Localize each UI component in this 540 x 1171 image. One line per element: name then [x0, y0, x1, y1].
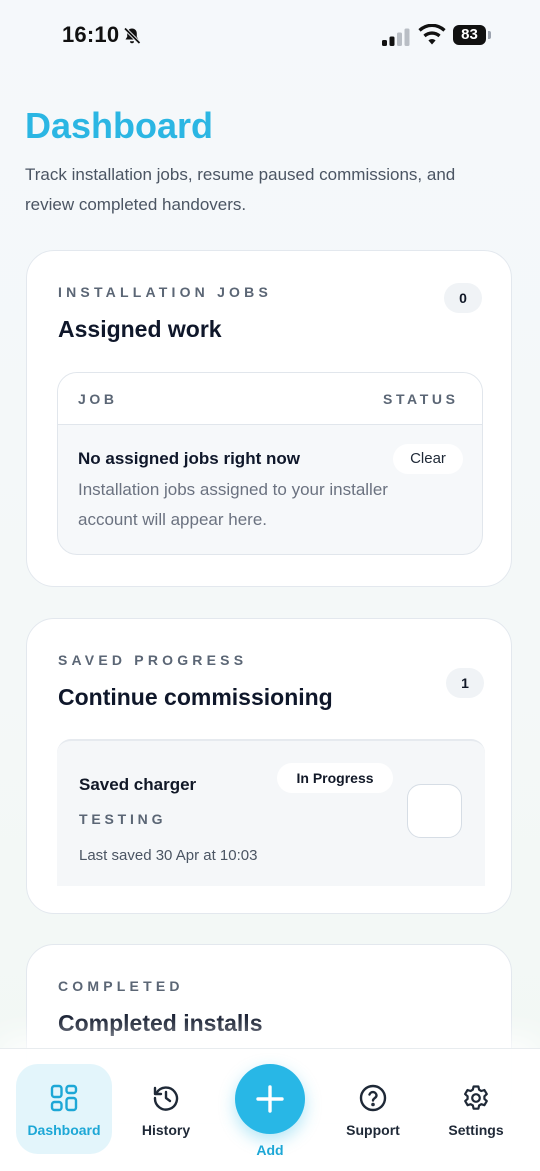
nav-label: Support	[346, 1122, 400, 1138]
nav-item-settings[interactable]: Settings	[428, 1064, 524, 1154]
add-label: Add	[256, 1142, 284, 1158]
status-badge: In Progress	[277, 763, 393, 793]
count-badge: 0	[444, 283, 482, 313]
card-eyebrow: COMPLETED	[58, 978, 184, 994]
saved-item-stage: TESTING	[79, 811, 167, 827]
nav-item-dashboard[interactable]: Dashboard	[16, 1064, 112, 1154]
battery-level: 83	[453, 25, 486, 45]
card-eyebrow: INSTALLATION JOBS	[58, 284, 272, 300]
bell-muted-icon	[123, 27, 141, 45]
help-circle-icon	[359, 1084, 387, 1112]
saved-item[interactable]: Saved charger TESTING Last saved 30 Apr …	[57, 739, 485, 886]
page-subtitle: Track installation jobs, resume paused c…	[25, 165, 456, 214]
nav-item-history[interactable]: History	[118, 1064, 214, 1154]
saved-item-name: Saved charger	[79, 775, 197, 794]
saved-item-checkbox[interactable]	[407, 784, 462, 838]
nav-label: Dashboard	[27, 1122, 101, 1138]
status-badge: Clear	[393, 444, 463, 474]
nav-label: History	[141, 1122, 191, 1138]
installation-jobs-card: INSTALLATION JOBS Assigned work 0 JOB ST…	[26, 250, 512, 587]
card-title: Assigned work	[58, 316, 222, 342]
column-header-job: JOB	[78, 391, 118, 407]
empty-state-title: No assigned jobs right now	[78, 449, 300, 468]
history-icon	[153, 1086, 179, 1111]
gear-icon	[464, 1085, 488, 1110]
bottom-navigation: Dashboard History Add Support Settings	[0, 1048, 540, 1171]
table-header: JOB STATUS	[58, 373, 482, 425]
add-button[interactable]	[235, 1064, 305, 1134]
column-header-status: STATUS	[383, 391, 459, 407]
grid-icon	[50, 1084, 78, 1112]
status-time: 16:10	[62, 22, 120, 47]
wifi-icon	[418, 24, 446, 45]
jobs-table: JOB STATUS No assigned jobs right now In…	[57, 372, 483, 555]
empty-state-description: Installation jobs assigned to your insta…	[78, 480, 388, 529]
status-bar: 16:10 83	[0, 0, 540, 72]
page-title: Dashboard	[25, 105, 214, 146]
count-badge: 1	[446, 668, 484, 698]
card-eyebrow: SAVED PROGRESS	[58, 652, 248, 668]
battery-indicator: 83	[453, 25, 493, 47]
nav-item-support[interactable]: Support	[325, 1064, 421, 1154]
card-title: Continue commissioning	[58, 684, 333, 710]
nav-label: Settings	[448, 1122, 504, 1138]
battery-tip	[488, 31, 491, 39]
saved-progress-card: SAVED PROGRESS Continue commissioning 1 …	[26, 618, 512, 914]
saved-item-timestamp: Last saved 30 Apr at 10:03	[79, 847, 258, 864]
signal-icon	[382, 28, 410, 46]
plus-icon	[256, 1085, 284, 1113]
card-title: Completed installs	[58, 1010, 263, 1036]
